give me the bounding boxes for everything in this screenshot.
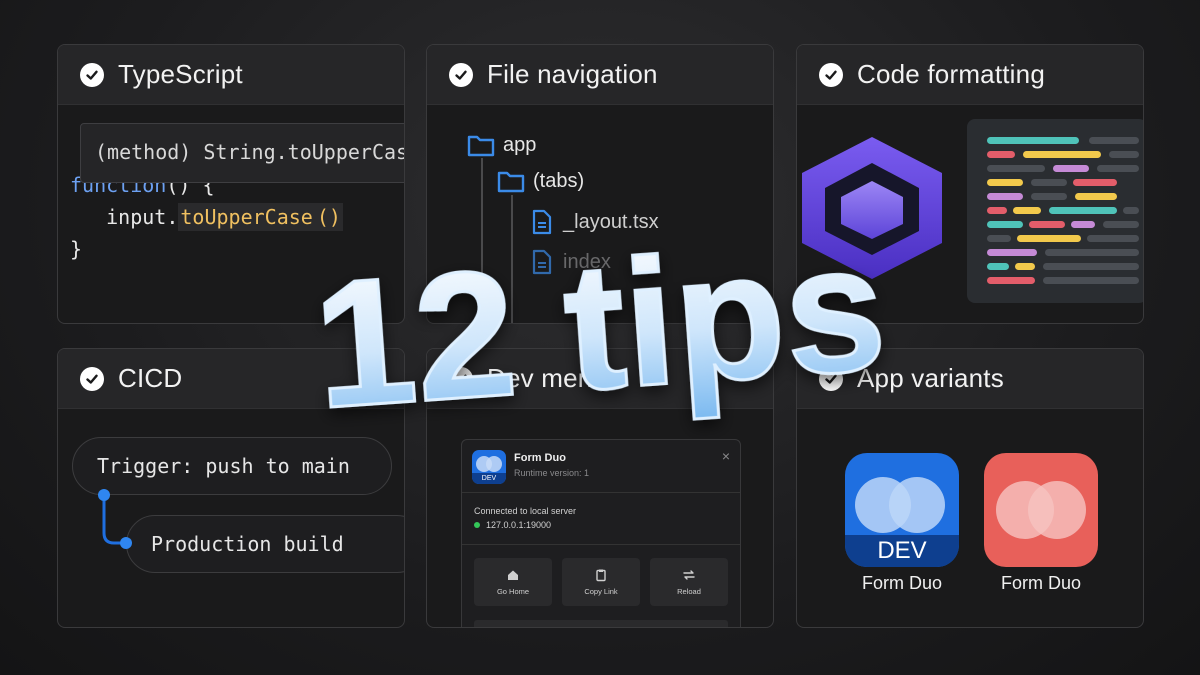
folder-icon xyxy=(497,171,525,193)
formatted-code-preview xyxy=(967,119,1143,303)
reload-icon xyxy=(683,570,695,580)
code-brace: } xyxy=(70,237,83,261)
clipboard-icon xyxy=(596,569,606,582)
check-circle-icon xyxy=(80,62,104,87)
dev-badge: DEV xyxy=(472,473,506,484)
hover-tooltip: (method) String.toUpperCase xyxy=(80,123,404,183)
card-title: File navigation xyxy=(487,59,658,89)
headline-text: 12 tips xyxy=(307,218,893,438)
prod-app-icon xyxy=(984,453,1098,567)
copy-link-button[interactable]: Copy Link xyxy=(562,558,640,606)
home-icon xyxy=(508,570,518,580)
go-home-button[interactable]: Go Home xyxy=(474,558,552,606)
pipeline-connector xyxy=(98,489,132,549)
pipeline-step-trigger: Trigger: push to main xyxy=(72,437,392,495)
button-label: Copy Link xyxy=(584,587,618,596)
status-dot-icon xyxy=(474,522,480,528)
app-icon: DEV xyxy=(472,450,506,484)
check-circle-icon xyxy=(449,62,473,87)
tree-item-label: (tabs) xyxy=(533,169,585,192)
app-name: Form Duo xyxy=(514,452,566,464)
tree-item-app[interactable]: app xyxy=(467,133,536,157)
headline: 12 tips xyxy=(280,218,920,438)
check-circle-icon xyxy=(819,62,843,87)
tree-item-label: app xyxy=(503,133,537,156)
prod-app-label: Form Duo xyxy=(1000,573,1081,593)
dev-menu-panel: DEV Form Duo Runtime version: 1 × Connec… xyxy=(461,439,741,627)
step-label: Trigger: push to main xyxy=(97,454,350,478)
check-circle-icon xyxy=(80,366,104,391)
pipeline-step-build: Production build xyxy=(126,515,404,573)
card-title: TypeScript xyxy=(118,59,243,89)
headline-glyphs: 12 tips xyxy=(308,218,891,438)
step-label: Production build xyxy=(151,532,344,556)
card-title: CICD xyxy=(118,363,183,393)
card-header: Code formatting xyxy=(797,45,1143,105)
runtime-version: Runtime version: 1 xyxy=(514,468,590,478)
connection-status: Connected to local server xyxy=(474,506,577,516)
dev-app-icon: DEV xyxy=(845,453,959,567)
tree-item-tabs[interactable]: (tabs) xyxy=(497,169,584,193)
button-label: Reload xyxy=(677,587,701,596)
reload-button[interactable]: Reload xyxy=(650,558,728,606)
dev-app-label: Form Duo xyxy=(861,573,942,593)
card-header: File navigation xyxy=(427,45,773,105)
server-address: 127.0.0.1:19000 xyxy=(474,520,551,530)
close-icon[interactable]: × xyxy=(722,448,730,464)
button-label: Go Home xyxy=(496,587,530,596)
card-title: Code formatting xyxy=(857,59,1045,89)
folder-icon xyxy=(467,135,495,157)
code-object: input. xyxy=(106,205,179,229)
address-text: 127.0.0.1:19000 xyxy=(486,520,552,530)
dev-badge: DEV xyxy=(845,535,959,567)
card-header: TypeScript xyxy=(58,45,404,105)
